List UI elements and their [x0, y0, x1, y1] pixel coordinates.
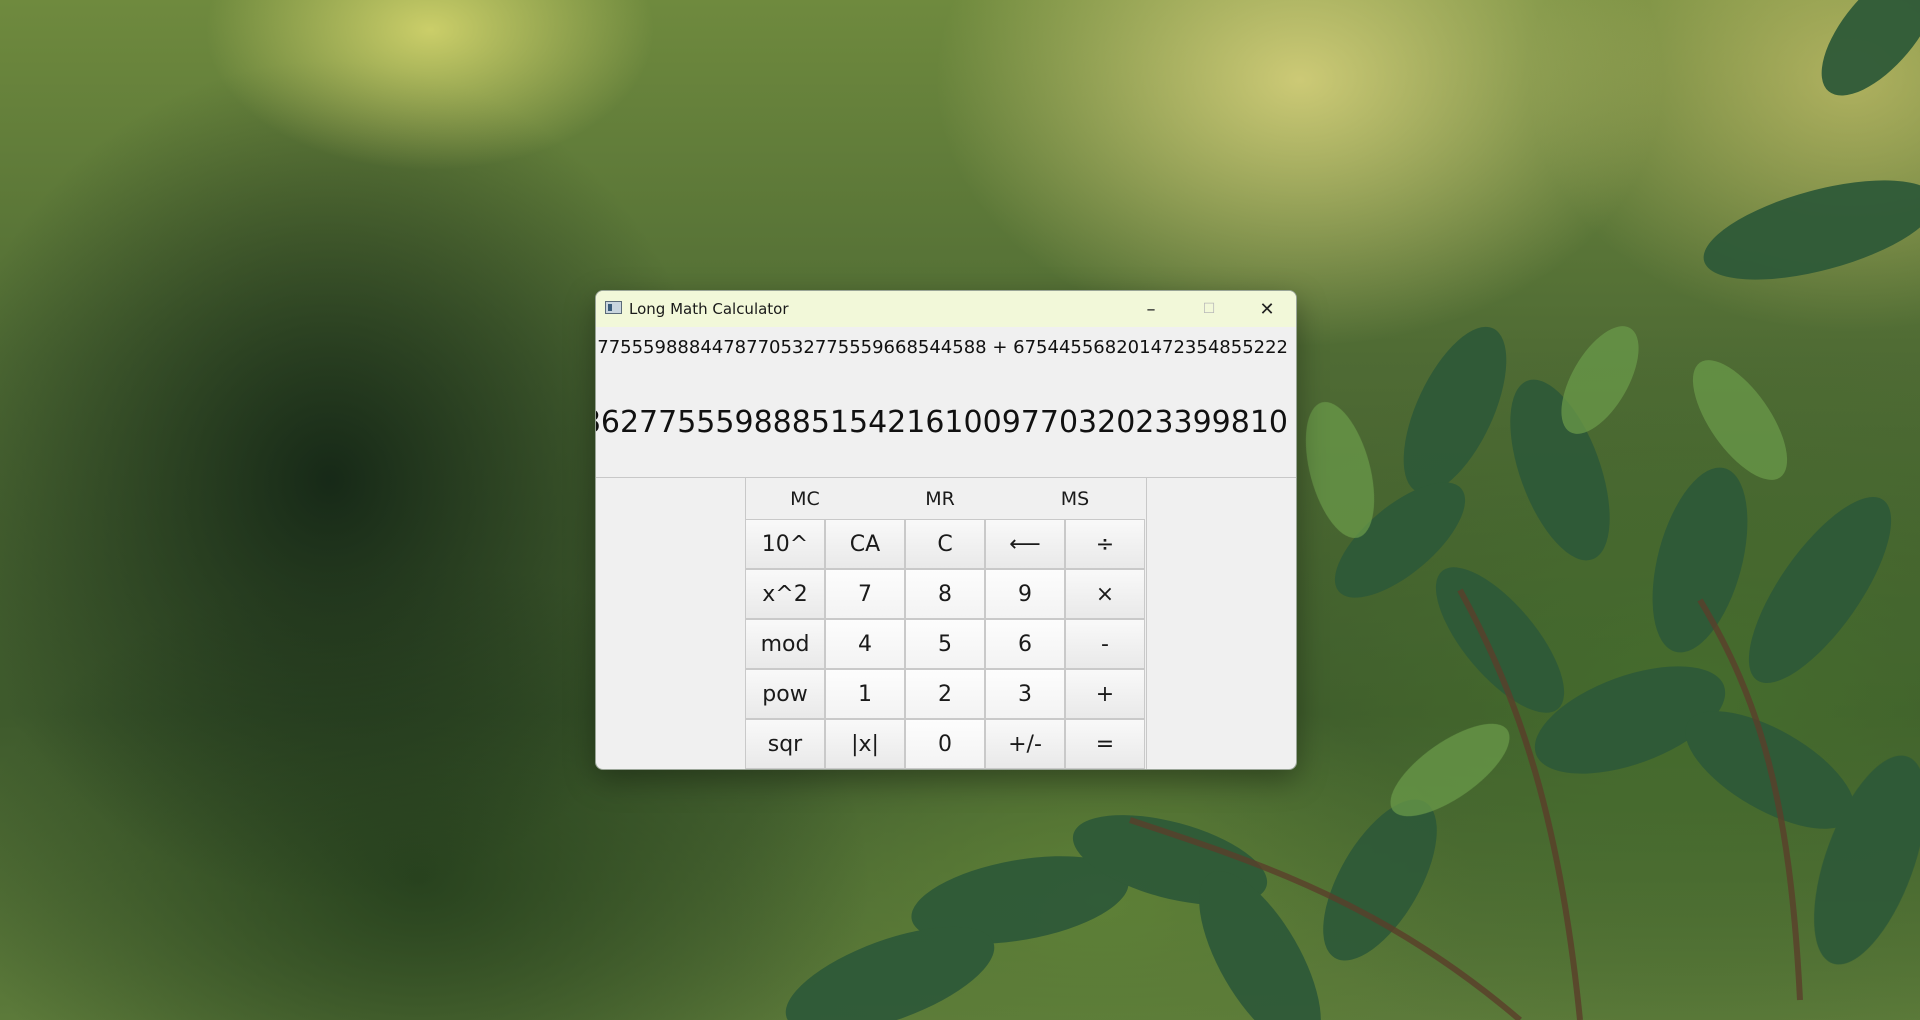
- keypad: 10^ CA C ⟵ ÷ x^2 7 8 9 × mod 4 5 6- pow 1 2 3 + sqr |x| 0 +/- =: [745, 519, 1146, 769]
- key-equals-button[interactable]: =: [1065, 719, 1145, 769]
- key-0-button[interactable]: 0: [905, 719, 985, 769]
- memory-clear-button[interactable]: MC: [765, 478, 845, 520]
- key-2-button[interactable]: 2: [905, 669, 985, 719]
- key-divide-button[interactable]: ÷: [1065, 519, 1145, 569]
- keypad-right-border: [1146, 477, 1147, 769]
- minimize-button[interactable]: –: [1122, 291, 1180, 327]
- calculator-window: Long Math Calculator – ☐ ✕ 8627755598884…: [595, 290, 1297, 770]
- close-button[interactable]: ✕: [1238, 291, 1296, 327]
- key-abs-button[interactable]: |x|: [825, 719, 905, 769]
- key-ten-power-button[interactable]: 10^: [745, 519, 825, 569]
- app-icon: [605, 301, 622, 314]
- key-clear-button[interactable]: C: [905, 519, 985, 569]
- window-title: Long Math Calculator: [629, 300, 789, 318]
- key-square-button[interactable]: x^2: [745, 569, 825, 619]
- key-backspace-button[interactable]: ⟵: [985, 519, 1065, 569]
- key-3-button[interactable]: 3: [985, 669, 1065, 719]
- key-clear-all-button[interactable]: CA: [825, 519, 905, 569]
- key-add-button[interactable]: +: [1065, 669, 1145, 719]
- key-1-button[interactable]: 1: [825, 669, 905, 719]
- memory-row: MC MR MS: [745, 478, 1146, 520]
- maximize-button[interactable]: ☐: [1180, 291, 1238, 327]
- desktop-wallpaper: Long Math Calculator – ☐ ✕ 8627755598884…: [0, 0, 1920, 1020]
- memory-store-button[interactable]: MS: [1035, 478, 1115, 520]
- key-7-button[interactable]: 7: [825, 569, 905, 619]
- memory-recall-button[interactable]: MR: [900, 478, 980, 520]
- key-5-button[interactable]: 5: [905, 619, 985, 669]
- result-display: 8627755598885154216100977032023399810: [595, 405, 1288, 440]
- key-mod-button[interactable]: mod: [745, 619, 825, 669]
- key-negate-button[interactable]: +/-: [985, 719, 1065, 769]
- key-multiply-button[interactable]: ×: [1065, 569, 1145, 619]
- key-6-button[interactable]: 6: [985, 619, 1065, 669]
- key-4-button[interactable]: 4: [825, 619, 905, 669]
- key-sqrt-button[interactable]: sqr: [745, 719, 825, 769]
- expression-display: 8627755598884478770532775559668544588 + …: [595, 337, 1288, 358]
- key-8-button[interactable]: 8: [905, 569, 985, 619]
- title-bar[interactable]: Long Math Calculator – ☐ ✕: [596, 291, 1296, 327]
- key-subtract-button[interactable]: -: [1065, 619, 1145, 669]
- key-pow-button[interactable]: pow: [745, 669, 825, 719]
- key-9-button[interactable]: 9: [985, 569, 1065, 619]
